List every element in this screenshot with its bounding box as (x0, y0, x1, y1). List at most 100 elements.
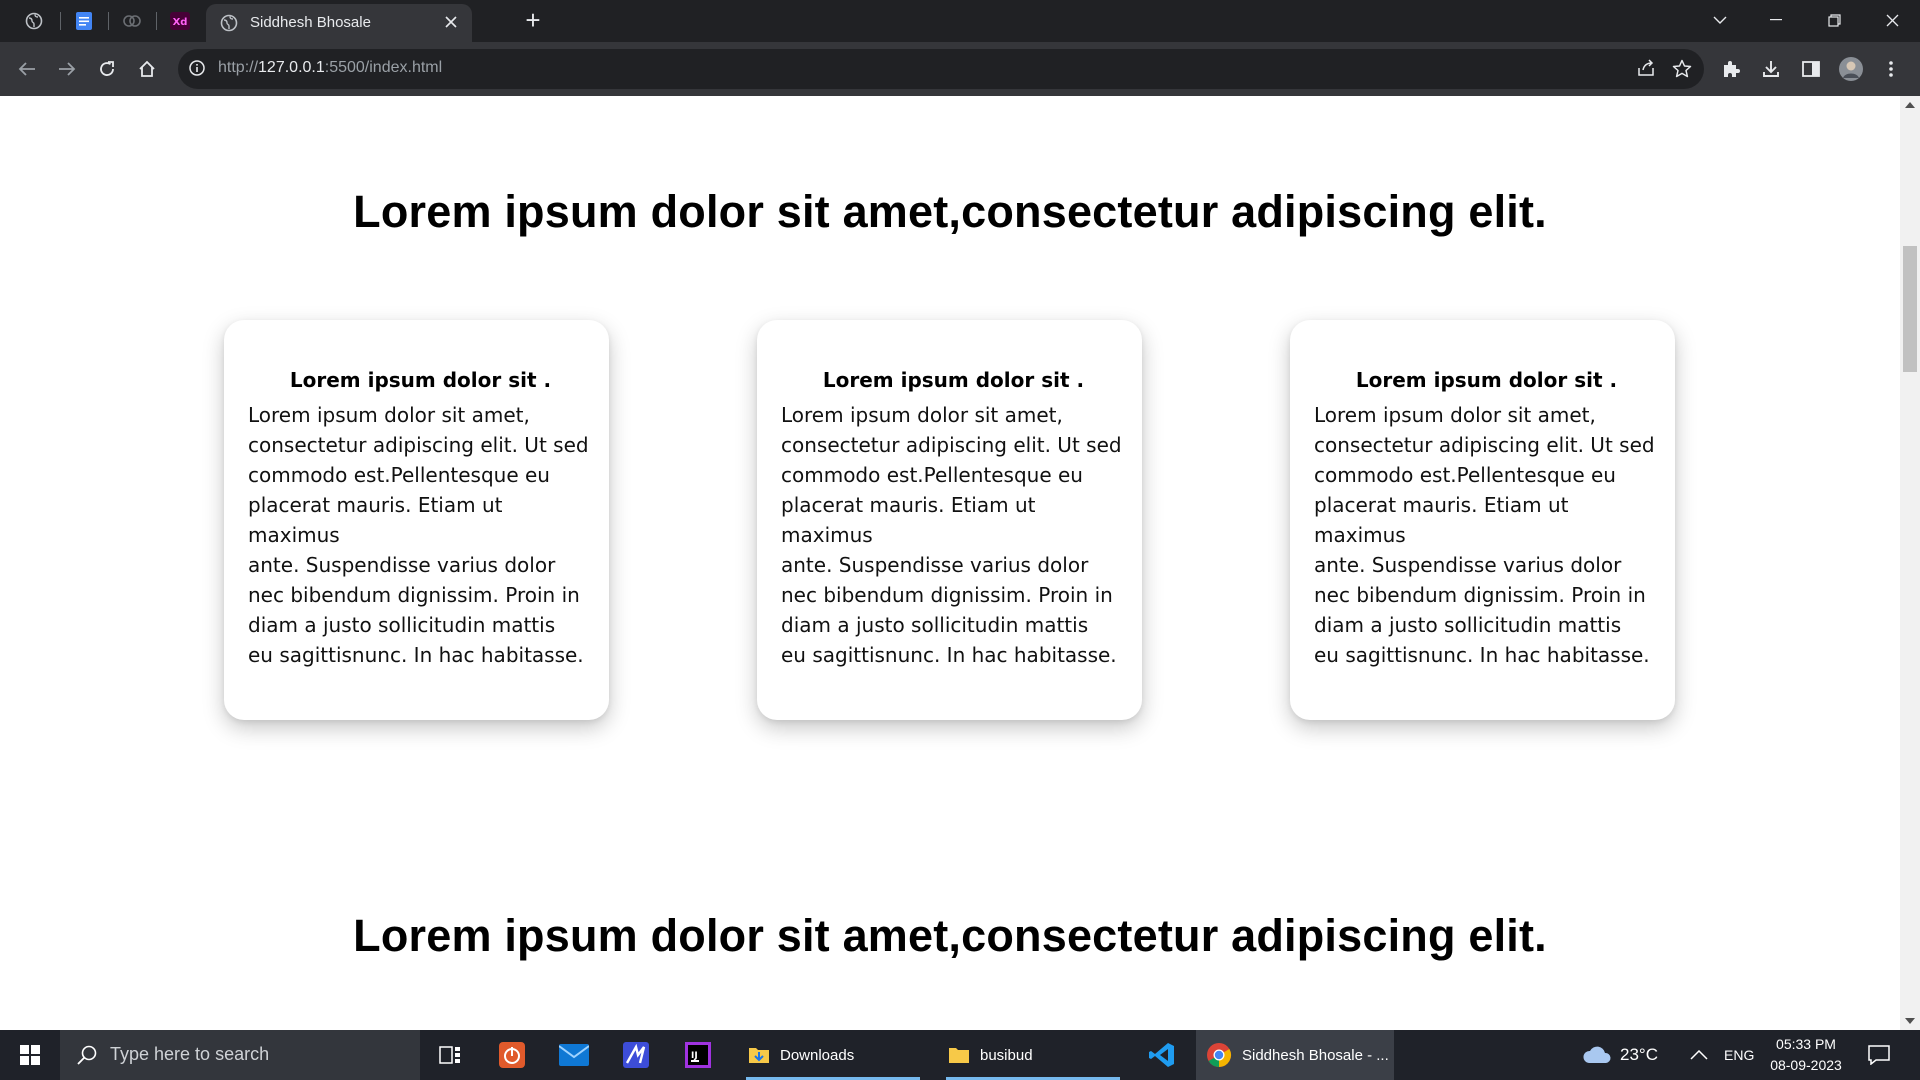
tab-title: Siddhesh Bhosale (250, 14, 371, 31)
windows-start-button[interactable] (0, 1030, 60, 1080)
info-card: Lorem ipsum dolor sit . Lorem ipsum dolo… (757, 320, 1142, 720)
scroll-down-arrow-icon[interactable] (1905, 1018, 1915, 1024)
profile-avatar[interactable] (1836, 54, 1866, 84)
card-body: Lorem ipsum dolor sit amet, consectetur … (248, 400, 593, 670)
card-title: Lorem ipsum dolor sit . (1355, 368, 1618, 392)
more-menu-icon[interactable] (1876, 54, 1906, 84)
folder-icon (949, 1048, 969, 1063)
weather-temp: 23°C (1620, 1045, 1658, 1064)
new-tab-button[interactable]: + (520, 7, 546, 34)
active-tab[interactable]: Siddhesh Bhosale (206, 4, 472, 42)
card-line: commodo est.Pellentesque eu (781, 463, 1083, 487)
card-line: placerat mauris. Etiam ut maximus (248, 493, 503, 547)
card-line: Lorem ipsum dolor sit amet, (781, 403, 1063, 427)
language-indicator[interactable]: ENG (1724, 1030, 1754, 1080)
task-view-icon[interactable] (428, 1030, 472, 1080)
tab-separator (156, 12, 157, 30)
share-icon[interactable] (1636, 59, 1656, 81)
forward-button[interactable] (52, 54, 82, 84)
taskbar-clock[interactable]: 05:33 PM 08-09-2023 (1760, 1034, 1852, 1076)
scrollbar-thumb[interactable] (1903, 246, 1917, 372)
card-line: consectetur adipiscing elit. Ut sed (1314, 433, 1655, 457)
search-placeholder: Type here to search (110, 1044, 270, 1064)
url-path: :5500/index.html (324, 59, 443, 76)
card-body: Lorem ipsum dolor sit amet, consectetur … (781, 400, 1126, 670)
pinned-tab-web-icon[interactable] (20, 7, 48, 35)
close-window-icon[interactable] (1864, 0, 1920, 40)
pinned-tab-docs-icon[interactable] (70, 7, 98, 35)
taskbar-app-label: Downloads (780, 1046, 855, 1064)
taskbar-busibud-folder[interactable]: busibud (938, 1030, 1128, 1080)
weather-widget[interactable]: 23°C (1582, 1030, 1658, 1080)
card-line: ante. Suspendisse varius dolor (1314, 553, 1622, 577)
card-line: diam a justo sollicitudin mattis (248, 613, 556, 637)
tab-search-icon[interactable] (1692, 0, 1748, 40)
section-heading: Lorem ipsum dolor sit amet,consectetur a… (353, 186, 1547, 237)
clock-time: 05:33 PM (1776, 1036, 1836, 1052)
cloud-icon (1583, 1046, 1611, 1063)
page-viewport: Lorem ipsum dolor sit amet, consectetur a… (0, 96, 1900, 1030)
taskbar-downloads-folder[interactable]: Downloads (738, 1030, 928, 1080)
extensions-icon[interactable] (1716, 54, 1746, 84)
notifications-icon[interactable] (1868, 1030, 1890, 1080)
card-line: commodo est.Pellentesque eu (248, 463, 550, 487)
address-bar[interactable]: http://127.0.0.1:5500/index.html (178, 49, 1704, 89)
page-scrollbar[interactable] (1900, 96, 1920, 1030)
browser-toolbar: http://127.0.0.1:5500/index.html (0, 42, 1920, 96)
card-line: ante. Suspendisse varius dolor (248, 553, 556, 577)
section-heading: Lorem ipsum dolor sit amet,consectetur a… (353, 910, 1547, 961)
svg-text:IJ: IJ (691, 1051, 698, 1061)
card-line: eu sagittisnunc. In hac habitasse. (248, 643, 584, 667)
globe-icon (220, 14, 238, 36)
windows-taskbar: Type here to search IJ Downloads busibud… (0, 1030, 1920, 1080)
card-line: placerat mauris. Etiam ut maximus (781, 493, 1036, 547)
card-line: consectetur adipiscing elit. Ut sed (781, 433, 1122, 457)
card-line: commodo est.Pellentesque eu (1314, 463, 1616, 487)
clock-date: 08-09-2023 (1770, 1057, 1842, 1073)
reload-button[interactable] (92, 54, 122, 84)
browser-tab-strip: Xd Siddhesh Bhosale + (0, 0, 1920, 42)
card-line: nec bibendum dignissim. Proin in (1314, 583, 1646, 607)
close-tab-icon[interactable] (440, 11, 462, 33)
folder-icon (749, 1048, 769, 1063)
mail-icon[interactable] (552, 1030, 596, 1080)
card-line: Lorem ipsum dolor sit amet, (1314, 403, 1596, 427)
taskbar-app-label: busibud (980, 1046, 1033, 1064)
card-title: Lorem ipsum dolor sit . (822, 368, 1085, 392)
tab-separator (108, 12, 109, 30)
chrome-icon (1207, 1043, 1232, 1067)
intellij-icon[interactable]: IJ (676, 1030, 720, 1080)
pinned-tab-adobe-xd-icon[interactable]: Xd (166, 7, 194, 35)
minimize-icon[interactable] (1748, 0, 1804, 40)
restore-icon[interactable] (1806, 0, 1862, 40)
card-line: consectetur adipiscing elit. Ut sed (248, 433, 589, 457)
show-hidden-icons-icon[interactable] (1690, 1030, 1708, 1080)
side-panel-icon[interactable] (1796, 54, 1826, 84)
home-button[interactable] (132, 54, 162, 84)
card-line: Lorem ipsum dolor sit amet, (248, 403, 530, 427)
card-line: ante. Suspendisse varius dolor (781, 553, 1089, 577)
taskbar-chrome-window[interactable]: Siddhesh Bhosale - ... (1196, 1030, 1394, 1080)
pinned-tab-creative-cloud-icon[interactable] (118, 7, 146, 35)
power-app-icon[interactable] (490, 1030, 534, 1080)
card-line: eu sagittisnunc. In hac habitasse. (781, 643, 1117, 667)
card-line: diam a justo sollicitudin mattis (781, 613, 1089, 637)
bookmark-star-icon[interactable] (1672, 59, 1692, 82)
url-host: 127.0.0.1 (258, 59, 325, 76)
card-body: Lorem ipsum dolor sit amet, consectetur … (1314, 400, 1659, 670)
taskbar-search-box[interactable]: Type here to search (60, 1030, 420, 1080)
card-line: nec bibendum dignissim. Proin in (781, 583, 1113, 607)
site-info-icon[interactable] (188, 59, 206, 81)
app-icon-blue[interactable] (614, 1030, 658, 1080)
taskbar-app-label: Siddhesh Bhosale - ... (1242, 1046, 1389, 1064)
card-line: nec bibendum dignissim. Proin in (248, 583, 580, 607)
info-card: Lorem ipsum dolor sit . Lorem ipsum dolo… (1290, 320, 1675, 720)
card-line: placerat mauris. Etiam ut maximus (1314, 493, 1569, 547)
scroll-up-arrow-icon[interactable] (1905, 102, 1915, 108)
card-title: Lorem ipsum dolor sit . (289, 368, 552, 392)
vscode-icon[interactable] (1140, 1030, 1184, 1080)
downloads-icon[interactable] (1756, 54, 1786, 84)
tab-separator (60, 12, 61, 30)
back-button[interactable] (12, 54, 42, 84)
url-text[interactable]: http://127.0.0.1:5500/index.html (218, 59, 442, 77)
